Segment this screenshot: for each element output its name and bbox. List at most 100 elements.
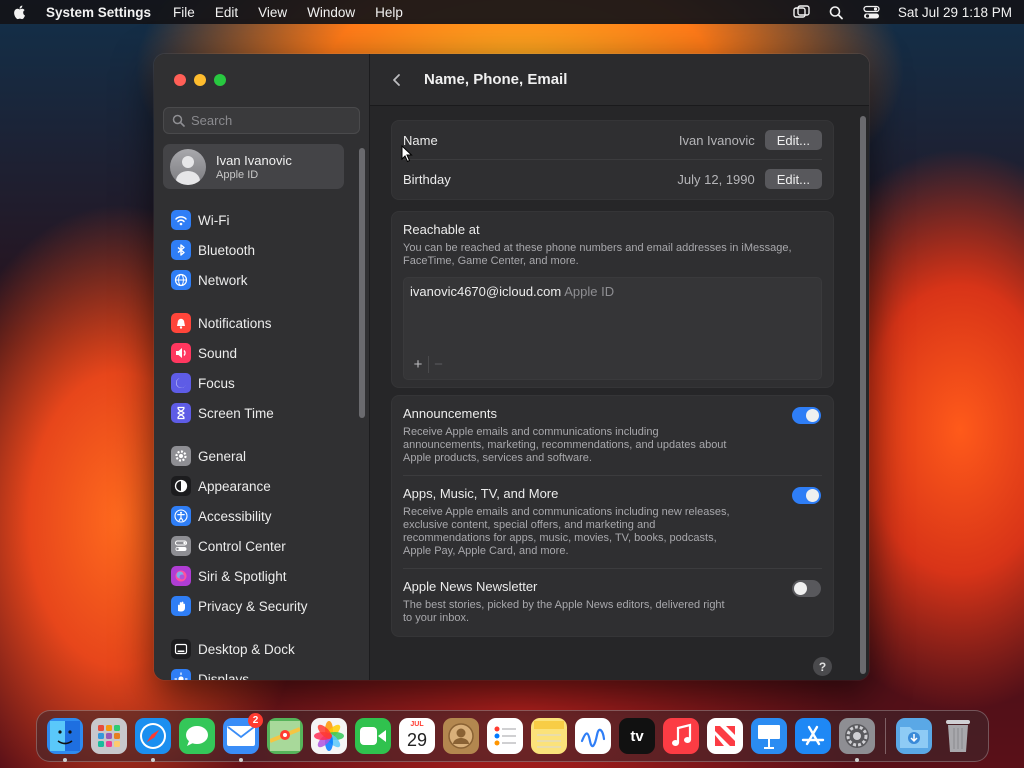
reachable-card: Reachable at You can be reached at these… <box>391 211 834 388</box>
sidebar-item-label: Network <box>198 272 248 288</box>
sidebar-item-bluetooth[interactable]: Bluetooth <box>154 235 360 265</box>
finder-dock-icon[interactable] <box>47 718 83 762</box>
bell-icon <box>171 313 191 333</box>
trash-dock-icon[interactable] <box>940 718 976 754</box>
sidebar-item-notifications[interactable]: Notifications <box>154 308 360 338</box>
back-chevron-icon[interactable] <box>390 73 404 87</box>
messages-dock-icon[interactable] <box>179 718 215 754</box>
remove-address-button[interactable]: − <box>428 356 448 373</box>
sidebar-scrollbar[interactable] <box>359 148 365 418</box>
launchpad-dock-icon[interactable] <box>91 718 127 754</box>
gear-icon <box>171 446 191 466</box>
control-center-icon <box>171 536 191 556</box>
safari-dock-icon[interactable] <box>135 718 171 762</box>
spotlight-search-icon[interactable] <box>828 5 845 20</box>
option-description: Receive Apple emails and communications … <box>403 426 727 464</box>
dock: 2 JUL 29 tv <box>36 710 989 762</box>
menu-file[interactable]: File <box>173 5 195 20</box>
sidebar-item-focus[interactable]: Focus <box>154 368 360 398</box>
menu-edit[interactable]: Edit <box>215 5 238 20</box>
email-list-item[interactable]: ivanovic4670@icloud.com Apple ID <box>404 278 821 305</box>
facetime-dock-icon[interactable] <box>355 718 391 754</box>
reachable-description: You can be reached at these phone number… <box>403 242 792 267</box>
menu-help[interactable]: Help <box>375 5 403 20</box>
wifi-icon <box>171 210 191 230</box>
sidebar-item-desktop-dock[interactable]: Desktop & Dock <box>154 634 360 664</box>
mouse-cursor-icon <box>401 145 413 163</box>
menu-window[interactable]: Window <box>307 5 355 20</box>
hand-icon <box>171 596 191 616</box>
mail-dock-icon[interactable]: 2 <box>223 713 263 762</box>
sidebar-list: Wi-Fi Bluetooth Network Notifications Sound F… <box>154 205 360 680</box>
sidebar-item-siri-spotlight[interactable]: Siri & Spotlight <box>154 561 360 591</box>
keynote-dock-icon[interactable] <box>751 718 787 754</box>
screen-mirroring-icon[interactable] <box>793 4 810 20</box>
sidebar-item-accessibility[interactable]: Accessibility <box>154 501 360 531</box>
sidebar-item-label: Siri & Spotlight <box>198 568 287 584</box>
apple-news-newsletter-toggle[interactable] <box>792 580 821 597</box>
sidebar-item-control-center[interactable]: Control Center <box>154 531 360 561</box>
search-input[interactable] <box>191 113 351 128</box>
menu-clock[interactable]: Sat Jul 29 1:18 PM <box>898 5 1012 20</box>
sidebar-search[interactable] <box>163 107 360 134</box>
notes-dock-icon[interactable] <box>531 718 567 754</box>
help-button[interactable]: ? <box>813 657 832 676</box>
edit-name-button[interactable]: Edit... <box>764 130 822 150</box>
minimize-button[interactable] <box>194 74 206 86</box>
sidebar-item-privacy-security[interactable]: Privacy & Security <box>154 591 360 621</box>
news-dock-icon[interactable] <box>707 718 743 754</box>
sidebar-item-network[interactable]: Network <box>154 265 360 295</box>
menu-bar: System Settings File Edit View Window He… <box>0 0 1024 24</box>
window-controls <box>174 74 226 86</box>
close-button[interactable] <box>174 74 186 86</box>
apple-id-account[interactable]: Ivan Ivanovic Apple ID <box>163 144 344 189</box>
apple-tv-dock-icon[interactable]: tv <box>619 718 655 754</box>
content-pane: Name, Phone, Email Name Ivan Ivanovic Ed… <box>370 54 869 680</box>
system-settings-dock-icon[interactable] <box>839 718 875 762</box>
menu-app-name[interactable]: System Settings <box>46 5 151 20</box>
sidebar-item-appearance[interactable]: Appearance <box>154 471 360 501</box>
name-birthday-card: Name Ivan Ivanovic Edit... Birthday July… <box>391 120 834 200</box>
option-title: Apple News Newsletter <box>403 579 538 594</box>
content-header: Name, Phone, Email <box>370 54 869 106</box>
option-title: Apps, Music, TV, and More <box>403 486 559 501</box>
add-remove-controls: + − <box>408 356 448 373</box>
maps-dock-icon[interactable] <box>267 718 303 754</box>
sidebar-item-screen-time[interactable]: Screen Time <box>154 398 360 428</box>
system-settings-window: Ivan Ivanovic Apple ID Wi-Fi Bluetooth Net… <box>154 54 869 680</box>
birthday-value: July 12, 1990 <box>677 171 755 187</box>
apple-menu-icon[interactable] <box>12 4 28 20</box>
app-store-dock-icon[interactable] <box>795 718 831 754</box>
sidebar-item-label: Wi-Fi <box>198 212 230 228</box>
sidebar-item-displays[interactable]: Displays <box>154 664 360 680</box>
contacts-dock-icon[interactable] <box>443 718 479 754</box>
sidebar-item-wi-fi[interactable]: Wi-Fi <box>154 205 360 235</box>
sidebar-item-label: Accessibility <box>198 508 272 524</box>
edit-birthday-button[interactable]: Edit... <box>764 169 822 189</box>
running-indicator <box>63 758 67 762</box>
name-row: Name Ivan Ivanovic Edit... <box>392 121 833 159</box>
zoom-button[interactable] <box>214 74 226 86</box>
sidebar-item-general[interactable]: General <box>154 441 360 471</box>
appearance-icon <box>171 476 191 496</box>
music-dock-icon[interactable] <box>663 718 699 754</box>
sidebar-item-sound[interactable]: Sound <box>154 338 360 368</box>
announcements-toggle[interactable] <box>792 407 821 424</box>
speaker-icon <box>171 343 191 363</box>
control-center-icon[interactable] <box>863 5 880 20</box>
content-scrollbar[interactable] <box>860 116 866 674</box>
option-title: Announcements <box>403 406 497 421</box>
reminders-dock-icon[interactable] <box>487 718 523 754</box>
sun-icon <box>171 669 191 680</box>
sidebar-item-label: Sound <box>198 345 238 361</box>
freeform-dock-icon[interactable] <box>575 718 611 754</box>
downloads-folder-dock-icon[interactable] <box>896 718 932 754</box>
menu-view[interactable]: View <box>258 5 287 20</box>
email-address: ivanovic4670@icloud.com <box>410 284 562 299</box>
calendar-dock-icon[interactable]: JUL 29 <box>399 718 435 754</box>
apps-music-tv-and-more-toggle[interactable] <box>792 487 821 504</box>
add-address-button[interactable]: + <box>408 356 428 373</box>
photos-dock-icon[interactable] <box>311 718 347 754</box>
